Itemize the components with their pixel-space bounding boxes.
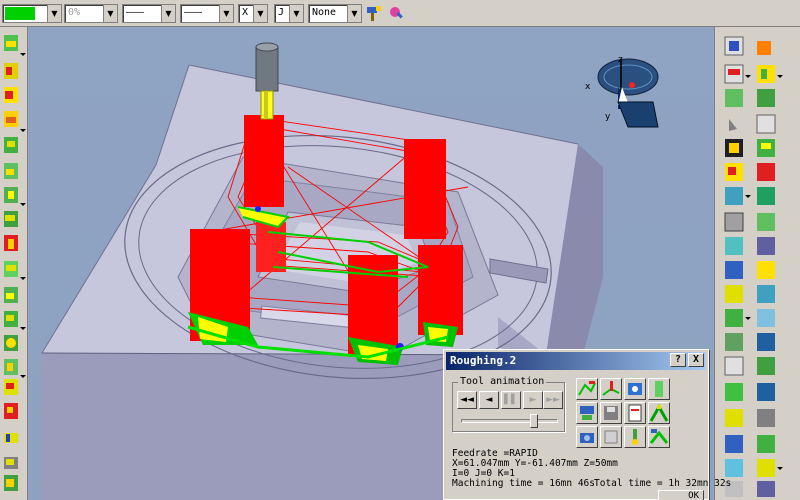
- step-back-button[interactable]: ◄: [479, 391, 499, 409]
- layer-value: None: [312, 7, 337, 18]
- pause-button[interactable]: ▌▌: [501, 391, 521, 409]
- format-painter-icon[interactable]: [364, 3, 384, 24]
- collision-button[interactable]: [648, 426, 670, 448]
- tool-holder-button[interactable]: [624, 426, 646, 448]
- layer-dropdown[interactable]: None ▼: [308, 4, 362, 23]
- line-type-dropdown[interactable]: ——— ▼: [180, 4, 234, 23]
- chevron-down-icon: ▼: [347, 5, 361, 22]
- roughing-dialog: Roughing.2 ? X Tool animation ◄◄ ◄ ▌▌ ► …: [443, 349, 731, 500]
- ok-button[interactable]: OK: [658, 490, 704, 500]
- help-button[interactable]: ?: [670, 353, 686, 367]
- total-time-text: Total time = 1h 32mn 32s: [594, 478, 732, 489]
- machining-time-text: Machining time = 16mn 46s: [452, 478, 595, 489]
- layer-filter-dropdown[interactable]: J ▼: [274, 4, 304, 23]
- toolpath-filter-button[interactable]: [576, 402, 598, 424]
- chevron-down-icon: ▼: [219, 5, 233, 22]
- transparency-value: 0%: [68, 7, 81, 18]
- compass-icon[interactable]: z x y: [585, 55, 659, 128]
- line-type-value: ———: [184, 7, 203, 18]
- display-toolpath-button[interactable]: [576, 378, 598, 400]
- compass-x-label: x: [585, 82, 591, 92]
- analysis-button[interactable]: [648, 402, 670, 424]
- report-button[interactable]: [624, 402, 646, 424]
- display-tool-button[interactable]: [600, 378, 622, 400]
- fast-forward-button[interactable]: ►►: [543, 391, 563, 409]
- tool-animation-label: Tool animation: [458, 376, 547, 387]
- point-symbol-value: X: [242, 7, 249, 18]
- compass-y-label: y: [605, 112, 611, 122]
- chevron-down-icon: ▼: [103, 5, 117, 22]
- surface-machining-icons: [4, 35, 18, 491]
- right-toolbar-icons[interactable]: [715, 27, 800, 500]
- camera-button[interactable]: [576, 426, 598, 448]
- left-toolbar: [0, 27, 28, 500]
- dialog-title: Roughing.2: [450, 354, 517, 367]
- layer-filter-icon: J: [278, 7, 285, 18]
- compare-button[interactable]: [600, 426, 622, 448]
- photo-mode-button[interactable]: [624, 378, 646, 400]
- right-toolbar: [714, 27, 800, 500]
- rewind-button[interactable]: ◄◄: [457, 391, 477, 409]
- chevron-down-icon: ▼: [253, 5, 267, 22]
- point-symbol-dropdown[interactable]: X ▼: [238, 4, 268, 23]
- close-button[interactable]: X: [688, 353, 704, 367]
- step-forward-button[interactable]: ►: [523, 391, 543, 409]
- tool-animation-group: Tool animation ◄◄ ◄ ▌▌ ► ►►: [452, 376, 565, 432]
- save-button[interactable]: [600, 402, 622, 424]
- slider-thumb[interactable]: [530, 414, 538, 428]
- color-swatch: [5, 7, 35, 20]
- compass-z-label: z: [618, 55, 623, 65]
- dialog-title-bar[interactable]: Roughing.2 ? X: [446, 352, 706, 370]
- chevron-down-icon: ▼: [161, 5, 175, 22]
- chevron-down-icon: ▼: [289, 5, 303, 22]
- line-thickness-value: ———: [126, 7, 145, 18]
- top-toolbar: ▼ 0% ▼ ——— ▼ ——— ▼ X ▼ J ▼ None ▼: [0, 0, 800, 27]
- chevron-down-icon: ▼: [47, 5, 61, 22]
- line-thickness-dropdown[interactable]: ——— ▼: [122, 4, 176, 23]
- video-mode-button[interactable]: [648, 378, 670, 400]
- animation-slider[interactable]: [461, 414, 558, 428]
- color-dropdown[interactable]: ▼: [2, 4, 62, 23]
- paint-brush-icon[interactable]: [386, 3, 406, 24]
- transparency-dropdown[interactable]: 0% ▼: [64, 4, 118, 23]
- left-toolbar-icons[interactable]: [0, 27, 28, 500]
